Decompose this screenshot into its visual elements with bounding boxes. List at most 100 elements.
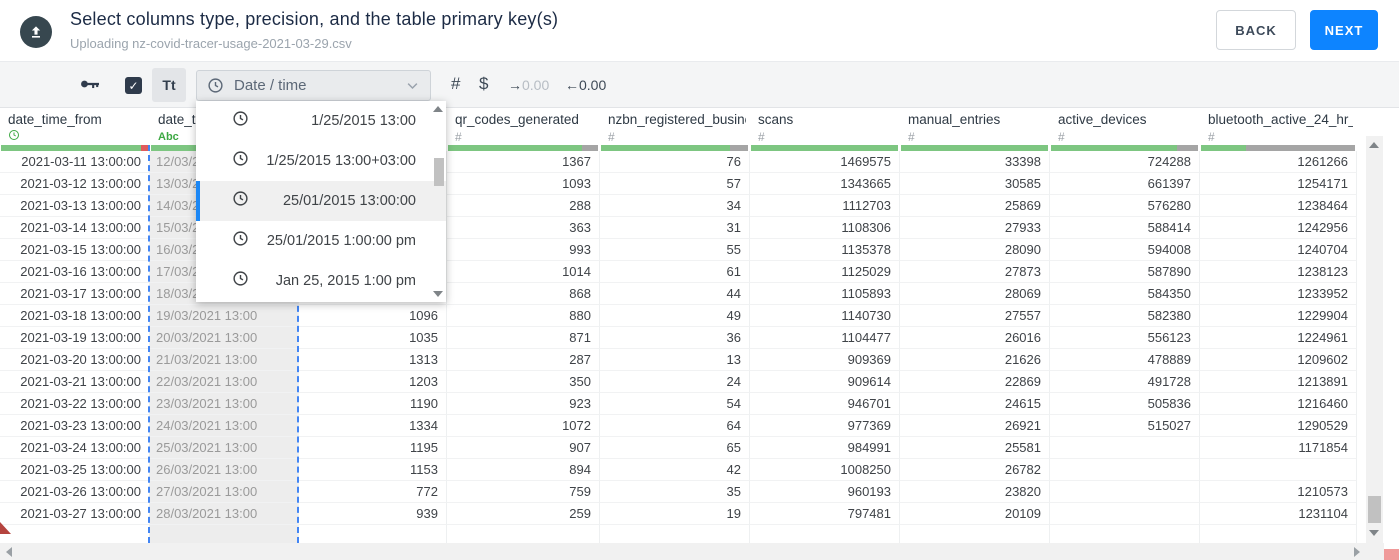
table-cell[interactable]: 515027	[1050, 415, 1200, 437]
column-header[interactable]: date_time_from	[8, 112, 146, 143]
table-cell[interactable]	[1050, 437, 1200, 459]
table-cell[interactable]: 54	[600, 393, 750, 415]
table-cell[interactable]	[1050, 459, 1200, 481]
table-cell[interactable]: 25581	[900, 437, 1050, 459]
table-cell[interactable]: 1343665	[750, 173, 900, 195]
table-cell[interactable]: 2021-03-15 13:00:00	[0, 239, 150, 261]
next-button[interactable]: NEXT	[1310, 10, 1378, 50]
table-cell[interactable]: 2021-03-12 13:00:00	[0, 173, 150, 195]
table-cell[interactable]: 1195	[299, 437, 447, 459]
table-cell[interactable]: 1231104	[1200, 503, 1357, 525]
table-cell[interactable]: 2021-03-27 13:00:00	[0, 503, 150, 525]
table-cell[interactable]: 2021-03-24 13:00:00	[0, 437, 150, 459]
date-format-option[interactable]: 25/01/2015 1:00:00 pm	[196, 221, 446, 261]
table-cell[interactable]: 36	[600, 327, 750, 349]
table-cell[interactable]: 1238464	[1200, 195, 1357, 217]
table-cell[interactable]: 1104477	[750, 327, 900, 349]
table-cell[interactable]: 724288	[1050, 151, 1200, 173]
table-cell[interactable]: 909369	[750, 349, 900, 371]
table-cell[interactable]: 1469575	[750, 151, 900, 173]
table-cell[interactable]: 26782	[900, 459, 1050, 481]
table-cell[interactable]: 57	[600, 173, 750, 195]
date-format-option[interactable]: Jan 25, 2015 1:00 pm	[196, 261, 446, 301]
table-cell[interactable]: 363	[447, 217, 600, 239]
table-cell[interactable]: 20109	[900, 503, 1050, 525]
table-cell[interactable]: 2021-03-19 13:00:00	[0, 327, 150, 349]
currency-type-button[interactable]: $	[479, 74, 488, 94]
table-cell[interactable]: 19	[600, 503, 750, 525]
table-cell[interactable]: 13	[600, 349, 750, 371]
table-cell[interactable]: 26016	[900, 327, 1050, 349]
table-cell[interactable]: 2021-03-17 13:00:00	[0, 283, 150, 305]
vertical-scrollbar[interactable]	[1366, 136, 1383, 543]
back-button[interactable]: BACK	[1216, 10, 1296, 50]
table-cell[interactable]: 946701	[750, 393, 900, 415]
table-cell[interactable]: 939	[299, 503, 447, 525]
table-cell[interactable]: 1014	[447, 261, 600, 283]
table-cell[interactable]: 1008250	[750, 459, 900, 481]
table-cell[interactable]: 582380	[1050, 305, 1200, 327]
table-cell[interactable]: 26/03/2021 13:00	[150, 459, 299, 481]
table-cell[interactable]: 2021-03-22 13:00:00	[0, 393, 150, 415]
dropdown-scrollbar-thumb[interactable]	[434, 158, 444, 186]
table-cell[interactable]: 2021-03-13 13:00:00	[0, 195, 150, 217]
table-cell[interactable]: 22/03/2021 13:00	[150, 371, 299, 393]
scroll-up-arrow-icon[interactable]	[1369, 142, 1379, 148]
table-cell[interactable]: 797481	[750, 503, 900, 525]
horizontal-scrollbar[interactable]	[0, 543, 1384, 560]
table-cell[interactable]: 1190	[299, 393, 447, 415]
table-cell[interactable]: 2021-03-14 13:00:00	[0, 217, 150, 239]
table-cell[interactable]: 871	[447, 327, 600, 349]
table-cell[interactable]: 28090	[900, 239, 1050, 261]
table-cell[interactable]: 1238123	[1200, 261, 1357, 283]
table-cell[interactable]: 350	[447, 371, 600, 393]
type-format-dropdown[interactable]: Date / time	[196, 70, 431, 101]
column-header[interactable]: manual_entries #	[908, 112, 1046, 144]
date-format-option[interactable]: 1/25/2015 13:00+03:00	[196, 141, 446, 181]
table-cell[interactable]: 33398	[900, 151, 1050, 173]
table-cell[interactable]: 288	[447, 195, 600, 217]
dropdown-scroll-up-icon[interactable]	[433, 106, 443, 112]
table-cell[interactable]: 49	[600, 305, 750, 327]
table-cell[interactable]: 587890	[1050, 261, 1200, 283]
table-cell[interactable]: 923	[447, 393, 600, 415]
table-cell[interactable]: 55	[600, 239, 750, 261]
table-cell[interactable]: 25/03/2021 13:00	[150, 437, 299, 459]
table-cell[interactable]: 1153	[299, 459, 447, 481]
table-cell[interactable]: 1105893	[750, 283, 900, 305]
table-cell[interactable]: 1096	[299, 305, 447, 327]
table-cell[interactable]: 1171854	[1200, 437, 1357, 459]
table-cell[interactable]: 478889	[1050, 349, 1200, 371]
table-cell[interactable]: 2021-03-26 13:00:00	[0, 481, 150, 503]
table-cell[interactable]: 1209602	[1200, 349, 1357, 371]
table-cell[interactable]: 259	[447, 503, 600, 525]
table-cell[interactable]: 19/03/2021 13:00	[150, 305, 299, 327]
table-cell[interactable]: 27/03/2021 13:00	[150, 481, 299, 503]
table-cell[interactable]: 1093	[447, 173, 600, 195]
increase-decimal-button[interactable]: →0.00	[508, 77, 549, 93]
scroll-left-arrow-icon[interactable]	[6, 547, 12, 557]
dropdown-scroll-down-icon[interactable]	[433, 291, 443, 297]
table-cell[interactable]: 576280	[1050, 195, 1200, 217]
primary-key-icon[interactable]	[80, 76, 101, 97]
table-cell[interactable]: 23820	[900, 481, 1050, 503]
table-cell[interactable]: 1240704	[1200, 239, 1357, 261]
table-cell[interactable]: 772	[299, 481, 447, 503]
table-cell[interactable]: 1242956	[1200, 217, 1357, 239]
table-cell[interactable]: 22869	[900, 371, 1050, 393]
table-cell[interactable]: 661397	[1050, 173, 1200, 195]
table-cell[interactable]: 2021-03-18 13:00:00	[0, 305, 150, 327]
decrease-decimal-button[interactable]: ←0.00	[565, 77, 606, 93]
table-cell[interactable]: 27933	[900, 217, 1050, 239]
table-cell[interactable]: 61	[600, 261, 750, 283]
table-cell[interactable]: 993	[447, 239, 600, 261]
text-type-button[interactable]: Tt	[152, 68, 186, 102]
table-cell[interactable]: 24/03/2021 13:00	[150, 415, 299, 437]
table-cell[interactable]: 76	[600, 151, 750, 173]
table-cell[interactable]: 27557	[900, 305, 1050, 327]
date-format-option[interactable]: 1/25/2015 13:00	[196, 101, 446, 141]
table-cell[interactable]: 1210573	[1200, 481, 1357, 503]
table-cell[interactable]: 588414	[1050, 217, 1200, 239]
table-cell[interactable]: 505836	[1050, 393, 1200, 415]
table-cell[interactable]: 21626	[900, 349, 1050, 371]
